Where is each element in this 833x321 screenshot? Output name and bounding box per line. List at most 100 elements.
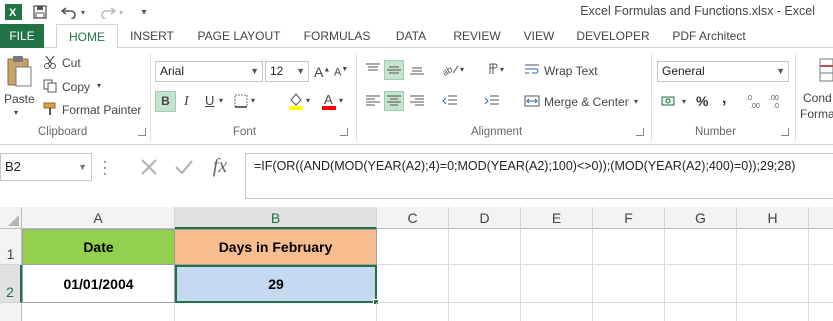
font-name-select[interactable]: Arial ▼ — [155, 61, 263, 82]
name-box[interactable]: B2 ▼ — [0, 153, 92, 181]
cell-e3[interactable] — [521, 303, 593, 321]
paste-dropdown-icon[interactable]: ▾ — [14, 108, 18, 117]
formula-bar-grip-icon[interactable] — [100, 157, 110, 179]
number-launcher-icon[interactable] — [781, 128, 789, 136]
increase-font-icon[interactable]: A▲ — [314, 64, 330, 80]
cell-a2[interactable]: 01/01/2004 — [22, 265, 175, 303]
wrap-text-icon[interactable] — [523, 62, 541, 78]
formula-input[interactable]: =IF(OR((AND(MOD(YEAR(A2);4)=0;MOD(YEAR(A… — [245, 153, 833, 199]
row-header-2[interactable]: 2 — [0, 265, 22, 303]
undo-dropdown-icon[interactable]: ▾ — [78, 3, 88, 21]
tab-insert[interactable]: INSERT — [128, 24, 176, 48]
row-header-3[interactable] — [0, 303, 22, 321]
conditional-formatting-label[interactable]: Cond — [803, 91, 832, 105]
font-color-dropdown-icon[interactable]: ▾ — [339, 96, 343, 105]
cell-d3[interactable] — [449, 303, 521, 321]
cut-icon[interactable] — [42, 54, 58, 70]
bold-button[interactable]: B — [155, 91, 176, 112]
merge-center-icon[interactable] — [523, 93, 541, 109]
conditional-formatting-icon[interactable] — [818, 56, 833, 84]
cell-g3[interactable] — [665, 303, 737, 321]
cell-d1[interactable] — [449, 229, 521, 265]
decrease-decimal-icon[interactable]: .00.0 — [768, 92, 788, 110]
cell-c1[interactable] — [377, 229, 449, 265]
insert-function-icon[interactable]: fx — [207, 153, 233, 179]
tab-data[interactable]: DATA — [390, 24, 432, 48]
conditional-formatting-label-2[interactable]: Forma — [800, 107, 833, 121]
comma-style-button[interactable]: , — [722, 90, 726, 108]
cell-d2[interactable] — [449, 265, 521, 303]
cell-f3[interactable] — [593, 303, 665, 321]
bottom-align-icon[interactable] — [407, 60, 427, 78]
wrap-text-label[interactable]: Wrap Text — [544, 64, 598, 78]
orientation-dropdown-icon[interactable]: ▾ — [460, 65, 464, 74]
undo-icon[interactable] — [60, 3, 78, 21]
cell-g1[interactable] — [665, 229, 737, 265]
customize-toolbar-icon[interactable]: ▾ — [138, 3, 150, 21]
tab-view[interactable]: VIEW — [520, 24, 558, 48]
tab-home[interactable]: HOME — [56, 24, 118, 49]
underline-dropdown-icon[interactable]: ▾ — [219, 96, 223, 105]
format-painter-icon[interactable] — [42, 101, 58, 117]
tab-developer[interactable]: DEVELOPER — [576, 24, 650, 48]
tab-pdf-architect[interactable]: PDF Architect — [668, 24, 750, 48]
redo-dropdown-icon[interactable]: ▾ — [116, 3, 126, 21]
clipboard-launcher-icon[interactable] — [138, 128, 146, 136]
underline-button[interactable]: U — [205, 93, 214, 108]
cell-a3[interactable] — [22, 303, 175, 321]
paste-icon[interactable] — [4, 54, 34, 90]
column-header-e[interactable]: E — [521, 207, 593, 229]
column-header-g[interactable]: G — [665, 207, 737, 229]
cell-b1[interactable]: Days in February — [175, 229, 377, 265]
number-format-select[interactable]: General ▼ — [657, 61, 789, 82]
column-header-c[interactable]: C — [377, 207, 449, 229]
confirm-entry-icon[interactable] — [172, 155, 196, 179]
accounting-dropdown-icon[interactable]: ▾ — [682, 97, 686, 106]
italic-button[interactable]: I — [184, 94, 189, 110]
font-size-select[interactable]: 12 ▼ — [265, 61, 309, 82]
column-header-b[interactable]: B — [175, 207, 377, 229]
cell-b2[interactable]: 29 — [175, 265, 377, 303]
cell-b3[interactable] — [175, 303, 377, 321]
font-color-icon[interactable]: A — [321, 91, 337, 111]
cell-e2[interactable] — [521, 265, 593, 303]
copy-dropdown-icon[interactable]: ▾ — [97, 81, 101, 90]
cell-h2[interactable] — [737, 265, 809, 303]
font-launcher-icon[interactable] — [340, 128, 348, 136]
accounting-format-icon[interactable] — [660, 92, 680, 110]
tab-file[interactable]: FILE — [0, 24, 44, 48]
borders-icon[interactable] — [233, 93, 249, 109]
select-all-button[interactable] — [0, 207, 22, 229]
fill-color-icon[interactable] — [288, 91, 304, 111]
cell-i2[interactable] — [809, 265, 833, 303]
fill-color-dropdown-icon[interactable]: ▾ — [306, 96, 310, 105]
column-header-f[interactable]: F — [593, 207, 665, 229]
column-header-partial[interactable] — [809, 207, 833, 229]
borders-dropdown-icon[interactable]: ▾ — [251, 96, 255, 105]
middle-align-icon[interactable] — [384, 60, 404, 80]
cut-label[interactable]: Cut — [62, 56, 81, 70]
tab-review[interactable]: REVIEW — [450, 24, 504, 48]
increase-decimal-icon[interactable]: .0.00 — [745, 92, 765, 110]
column-header-a[interactable]: A — [22, 207, 175, 229]
copy-icon[interactable] — [42, 78, 58, 94]
row-header-1[interactable]: 1 — [0, 229, 22, 265]
tab-formulas[interactable]: FORMULAS — [300, 24, 374, 48]
increase-indent-icon[interactable] — [482, 92, 502, 110]
orientation-icon[interactable]: ab — [440, 60, 460, 78]
decrease-indent-icon[interactable] — [440, 92, 460, 110]
cell-g2[interactable] — [665, 265, 737, 303]
text-direction-dropdown-icon[interactable]: ▾ — [500, 65, 504, 74]
percent-style-button[interactable]: % — [696, 93, 708, 109]
save-icon[interactable] — [31, 3, 49, 21]
align-left-icon[interactable] — [363, 92, 383, 110]
cell-a1[interactable]: Date — [22, 229, 175, 265]
column-header-d[interactable]: D — [449, 207, 521, 229]
text-direction-icon[interactable] — [482, 60, 502, 78]
format-painter-label[interactable]: Format Painter — [62, 103, 141, 117]
cell-i1[interactable] — [809, 229, 833, 265]
cell-c3[interactable] — [377, 303, 449, 321]
align-right-icon[interactable] — [407, 92, 427, 110]
cell-e1[interactable] — [521, 229, 593, 265]
align-center-icon[interactable] — [384, 91, 404, 111]
